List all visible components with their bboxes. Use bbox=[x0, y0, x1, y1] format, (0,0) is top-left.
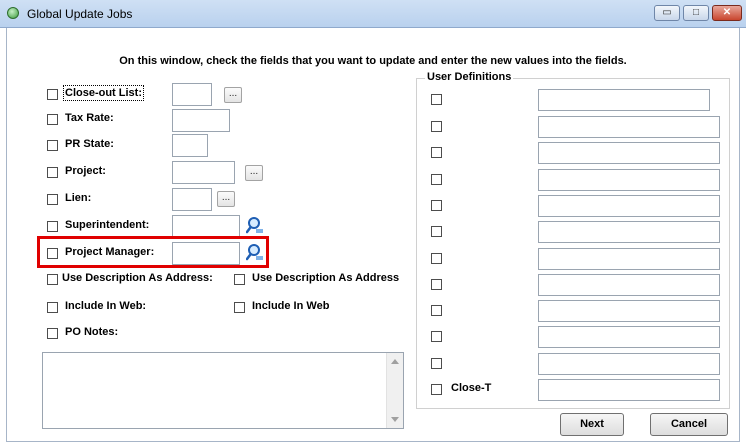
user-def-field-close-t[interactable] bbox=[538, 379, 720, 401]
lien-checkbox[interactable] bbox=[47, 194, 58, 205]
user-def-field-10[interactable] bbox=[538, 326, 720, 348]
lien-browse-button[interactable]: ... bbox=[217, 191, 235, 207]
superintendent-label: Superintendent: bbox=[65, 219, 150, 231]
use-description-label: Use Description As Address: bbox=[62, 272, 213, 284]
project-field[interactable] bbox=[172, 161, 235, 184]
include-in-web-value-label: Include In Web bbox=[252, 300, 330, 312]
search-icon[interactable] bbox=[246, 216, 264, 234]
project-manager-label: Project Manager: bbox=[65, 246, 155, 258]
user-def-checkbox-4[interactable] bbox=[431, 174, 442, 185]
user-def-checkbox-9[interactable] bbox=[431, 305, 442, 316]
project-label: Project: bbox=[65, 165, 106, 177]
user-def-checkbox-close-t[interactable] bbox=[431, 384, 442, 395]
tax-rate-field[interactable] bbox=[172, 109, 230, 132]
project-manager-checkbox[interactable] bbox=[47, 248, 58, 259]
include-in-web-value-checkbox[interactable] bbox=[234, 302, 245, 313]
user-def-field-4[interactable] bbox=[538, 169, 720, 191]
user-def-checkbox-10[interactable] bbox=[431, 331, 442, 342]
pr-state-checkbox[interactable] bbox=[47, 140, 58, 151]
include-in-web-label: Include In Web: bbox=[65, 300, 147, 312]
user-def-field-3[interactable] bbox=[538, 142, 720, 164]
pr-state-field[interactable] bbox=[172, 134, 208, 157]
closeout-list-checkbox[interactable] bbox=[47, 89, 58, 100]
title-bar: Global Update Jobs ▭ □ ✕ bbox=[0, 0, 746, 28]
textarea-scrollbar[interactable] bbox=[386, 353, 403, 428]
use-description-checkbox[interactable] bbox=[47, 274, 58, 285]
user-def-field-8[interactable] bbox=[538, 274, 720, 296]
po-notes-checkbox[interactable] bbox=[47, 328, 58, 339]
user-def-checkbox-11[interactable] bbox=[431, 358, 442, 369]
scroll-up-icon[interactable] bbox=[391, 359, 399, 364]
project-manager-field[interactable] bbox=[172, 242, 240, 265]
app-icon bbox=[7, 7, 19, 19]
lien-field[interactable] bbox=[172, 188, 212, 211]
tax-rate-checkbox[interactable] bbox=[47, 114, 58, 125]
instructions-text: On this window, check the fields that yo… bbox=[119, 55, 627, 67]
search-icon[interactable] bbox=[246, 243, 264, 261]
closeout-list-browse-button[interactable]: ... bbox=[224, 87, 242, 103]
user-def-label-close-t: Close-T bbox=[451, 382, 492, 394]
closeout-list-field[interactable] bbox=[172, 83, 212, 106]
superintendent-field[interactable] bbox=[172, 215, 240, 238]
project-checkbox[interactable] bbox=[47, 167, 58, 178]
user-def-field-11[interactable] bbox=[538, 353, 720, 375]
user-def-checkbox-3[interactable] bbox=[431, 147, 442, 158]
user-def-field-2[interactable] bbox=[538, 116, 720, 138]
tax-rate-label: Tax Rate: bbox=[65, 112, 114, 124]
user-def-checkbox-5[interactable] bbox=[431, 200, 442, 211]
include-in-web-checkbox[interactable] bbox=[47, 302, 58, 313]
use-description-value-label: Use Description As Address bbox=[252, 272, 400, 284]
minimize-icon: ▭ bbox=[662, 7, 672, 18]
pr-state-label: PR State: bbox=[65, 138, 114, 150]
user-def-checkbox-6[interactable] bbox=[431, 226, 442, 237]
user-def-checkbox-2[interactable] bbox=[431, 121, 442, 132]
minimize-button[interactable]: ▭ bbox=[654, 5, 680, 21]
maximize-button[interactable]: □ bbox=[683, 5, 709, 21]
maximize-icon: □ bbox=[692, 7, 700, 18]
po-notes-label: PO Notes: bbox=[65, 326, 119, 338]
closeout-list-label: Close-out List: bbox=[63, 85, 144, 101]
user-def-field-1[interactable] bbox=[538, 89, 710, 111]
scroll-down-icon[interactable] bbox=[391, 417, 399, 422]
po-notes-textarea[interactable] bbox=[42, 352, 404, 429]
user-def-checkbox-1[interactable] bbox=[431, 94, 442, 105]
close-button[interactable]: ✕ bbox=[712, 5, 742, 21]
user-def-field-9[interactable] bbox=[538, 300, 720, 322]
window-title: Global Update Jobs bbox=[27, 7, 133, 21]
user-def-field-6[interactable] bbox=[538, 221, 720, 243]
user-def-field-7[interactable] bbox=[538, 248, 720, 270]
use-description-value-checkbox[interactable] bbox=[234, 274, 245, 285]
user-def-field-5[interactable] bbox=[538, 195, 720, 217]
project-browse-button[interactable]: ... bbox=[245, 165, 263, 181]
user-def-checkbox-8[interactable] bbox=[431, 279, 442, 290]
next-button[interactable]: Next bbox=[560, 413, 624, 436]
close-icon: ✕ bbox=[722, 7, 732, 18]
user-def-checkbox-7[interactable] bbox=[431, 253, 442, 264]
superintendent-checkbox[interactable] bbox=[47, 221, 58, 232]
user-definitions-title: User Definitions bbox=[425, 71, 514, 83]
cancel-button[interactable]: Cancel bbox=[650, 413, 728, 436]
lien-label: Lien: bbox=[65, 192, 92, 204]
